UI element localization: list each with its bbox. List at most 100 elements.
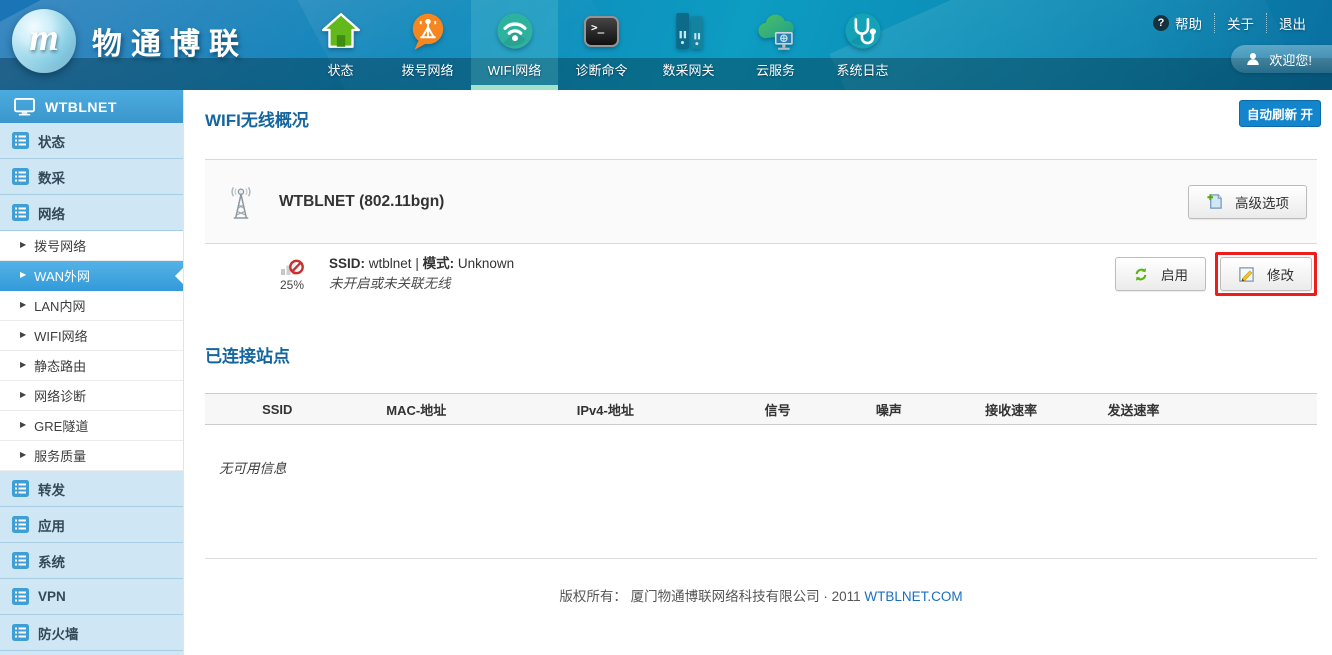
sidebar-item-label: 状态 [38,131,65,151]
sidebar-item-clipped [0,651,183,655]
sidebar-item-firewall[interactable]: 防火墙 [0,615,183,651]
column-header-noise: 噪声 [828,394,950,425]
logout-label: 退出 [1279,13,1306,33]
ssid-info: SSID: wtblnet | 模式: Unknown 未开启或未关联无线 [329,254,514,294]
page-footer: 版权所有： 厦门物通博联网络科技有限公司 · 2011 WTBLNET.COM [205,558,1317,605]
welcome-button[interactable]: 欢迎您! [1231,45,1332,73]
main-content: WIFI无线概况 自动刷新 开 WTBLNET (802.11bgn) 高级选项 [184,90,1332,655]
caret-icon: ▶ [20,390,26,399]
auto-refresh-toggle[interactable]: 自动刷新 开 [1239,100,1321,127]
nav-label: 系统日志 [836,60,888,79]
nav-label: 状态 [327,60,353,79]
list-icon [12,204,29,221]
caret-icon: ▶ [20,330,26,339]
page-title: WIFI无线概况 [205,106,1317,131]
wifi-status-text: 未开启或未关联无线 [329,274,514,294]
help-icon: ? [1153,15,1169,31]
nav-label: 数采网关 [662,60,714,79]
brand-logo: m 物通博联 [12,9,248,73]
sidebar-subitem-lan[interactable]: ▶ LAN内网 [0,291,183,321]
stethoscope-icon [841,7,885,55]
nav-tab-data-gateway[interactable]: 数采网关 [645,0,732,90]
list-icon [12,516,29,533]
nav-tab-status[interactable]: 状态 [297,0,384,90]
monitor-icon [14,98,35,116]
connected-stations-title: 已连接站点 [205,342,1317,367]
caret-icon: ▶ [20,240,26,249]
no-data-message: 无可用信息 [219,457,1317,477]
terminal-glyph: >_ [591,21,604,34]
sidebar-item-label: LAN内网 [34,296,85,315]
advanced-options-button[interactable]: 高级选项 [1188,185,1307,219]
nav-tab-system-log[interactable]: 系统日志 [819,0,906,90]
logout-link[interactable]: 退出 [1266,13,1318,33]
sidebar-item-label: 服务质量 [34,446,86,465]
sidebar-item-forwarding[interactable]: 转发 [0,471,183,507]
wifi-panel-header: WTBLNET (802.11bgn) 高级选项 [205,160,1317,244]
ssid-separator: | [415,256,419,271]
header-utility-links: ? 帮助 关于 退出 [1141,13,1318,33]
signal-block: 25% [271,256,313,292]
sidebar-subitem-wifi[interactable]: ▶ WIFI网络 [0,321,183,351]
sidebar-subitem-wan[interactable]: ▶ WAN外网 [0,261,183,291]
sidebar-item-label: VPN [38,589,66,604]
mode-label: 模式: [423,256,455,271]
table-header-row: SSID MAC-地址 IPv4-地址 信号 噪声 接收速率 发送速率 [205,394,1317,425]
annotation-highlight-box: 修改 [1215,252,1317,296]
sidebar-subitem-static-route[interactable]: ▶ 静态路由 [0,351,183,381]
sidebar-item-vpn[interactable]: VPN [0,579,183,615]
enable-button[interactable]: 启用 [1115,257,1206,291]
nav-tab-cloud-service[interactable]: 云服务 [732,0,819,90]
sidebar-item-label: GRE隧道 [34,416,88,435]
sidebar-item-system[interactable]: 系统 [0,543,183,579]
sidebar-item-application[interactable]: 应用 [0,507,183,543]
sidebar-item-label: 应用 [38,515,65,535]
modify-button[interactable]: 修改 [1220,257,1312,291]
ssid-label: SSID: [329,256,365,271]
nav-tab-wifi-network[interactable]: WIFI网络 [471,0,558,90]
nav-label: 诊断命令 [575,60,627,79]
sidebar-subitem-network-diagnosis[interactable]: ▶ 网络诊断 [0,381,183,411]
user-icon [1245,51,1261,67]
sidebar-subitem-gre-tunnel[interactable]: ▶ GRE隧道 [0,411,183,441]
enable-label: 启用 [1161,264,1188,284]
sidebar-item-label: 网络诊断 [34,386,86,405]
ssid-line: SSID: wtblnet | 模式: Unknown [329,254,514,274]
dial-antenna-icon [407,7,449,55]
app-header: m 物通博联 状态 拨号网络 WIFI网络 >_ 诊断命令 [0,0,1332,90]
list-icon [12,480,29,497]
nav-label: 拨号网络 [401,60,453,79]
list-icon [12,588,29,605]
sidebar-item-label: 系统 [38,551,65,571]
signal-percent: 25% [280,278,304,292]
about-link[interactable]: 关于 [1214,13,1266,33]
modify-label: 修改 [1267,264,1294,284]
edit-pencil-icon [1238,266,1255,283]
top-nav: 状态 拨号网络 WIFI网络 >_ 诊断命令 数采网关 [297,0,906,90]
help-link[interactable]: ? 帮助 [1141,13,1214,33]
nav-tab-dial-network[interactable]: 拨号网络 [384,0,471,90]
wifi-icon [493,7,537,55]
sidebar-item-status[interactable]: 状态 [0,123,183,159]
sidebar-item-label: 防火墙 [38,623,79,643]
footer-link[interactable]: WTBLNET.COM [864,589,962,604]
sidebar-subitem-dial-network[interactable]: ▶ 拨号网络 [0,231,183,261]
sidebar-item-network[interactable]: 网络 [0,195,183,231]
sidebar-item-label: WIFI网络 [34,326,87,345]
wifi-status-row: 25% SSID: wtblnet | 模式: Unknown 未开启或未关联无… [205,244,1317,304]
column-header-ssid: SSID [205,394,350,425]
terminal-icon: >_ [584,7,619,55]
sidebar-item-data-collect[interactable]: 数采 [0,159,183,195]
logo-sphere-icon: m [12,9,76,73]
wifi-action-buttons: 启用 修改 [1115,252,1317,296]
server-cabinet-icon [668,7,710,55]
cloud-monitor-icon [753,7,799,55]
nav-tab-diagnostic-command[interactable]: >_ 诊断命令 [558,0,645,90]
help-label: 帮助 [1175,13,1202,33]
sidebar-subitem-qos[interactable]: ▶ 服务质量 [0,441,183,471]
column-header-rx-rate: 接收速率 [950,394,1072,425]
page-plus-icon [1206,193,1223,210]
welcome-label: 欢迎您! [1269,50,1312,69]
brand-name: 物通博联 [92,19,248,63]
column-header-mac: MAC-地址 [350,394,483,425]
